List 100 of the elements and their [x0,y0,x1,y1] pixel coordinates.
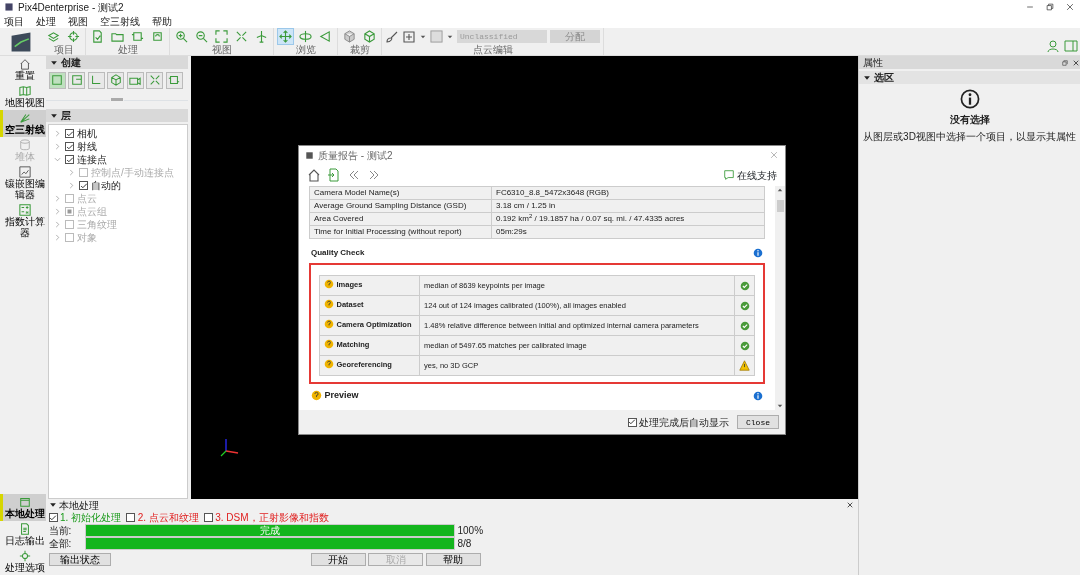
checkbox[interactable] [126,513,136,522]
sidebar-item[interactable]: 处理选项 [0,548,46,575]
home-icon[interactable] [307,168,321,182]
checkbox[interactable] [65,129,74,138]
close-icon[interactable] [1065,2,1075,12]
layer-label: 相机 [77,128,97,139]
progress-reading: 100% [457,524,485,538]
plus-box-icon[interactable] [402,29,416,44]
panel-icon[interactable] [1063,38,1078,53]
create-tool-button[interactable] [107,71,124,89]
expand-icon [215,30,228,43]
action-button[interactable]: 开始 [310,552,366,566]
chevron-down-icon[interactable] [53,155,62,164]
info-icon[interactable] [753,390,763,401]
scrollbar-thumb[interactable] [776,200,784,212]
checkbox[interactable] [65,155,74,164]
collapse-triangle-icon[interactable] [50,58,58,67]
help-icon[interactable] [324,299,334,310]
user-icon[interactable] [1047,38,1061,53]
app-icon [4,2,14,12]
brush-icon[interactable] [385,29,399,44]
sidebar-item[interactable]: 重置 [0,56,46,83]
checkbox[interactable] [203,513,213,522]
row-header: Camera Model Name(s) [309,186,492,200]
auto-show-checkbox[interactable]: 处理完成后自动显示 [627,414,729,430]
create-tool-button[interactable] [165,71,183,89]
toolbar-button[interactable] [297,28,314,45]
collapse-triangle-icon[interactable] [50,111,58,120]
home-icon [18,58,31,70]
create-tool-button[interactable] [87,71,105,89]
create-tool-button[interactable] [126,71,144,89]
toolbar-button[interactable] [361,28,378,45]
sidebar-item[interactable]: 指数计算器 [0,202,46,240]
color-swatch-icon[interactable] [430,30,443,43]
panel-title: 创建 [61,56,81,69]
help-icon[interactable] [311,390,322,402]
back-icon[interactable] [347,168,361,182]
sidebar-item[interactable]: 日志输出 [0,521,46,548]
checkbox[interactable] [48,513,58,522]
help-icon[interactable] [324,359,334,370]
export-icon[interactable] [327,168,341,182]
section-title: Quality Check [311,247,365,259]
frame-icon [168,74,180,86]
sidebar-item[interactable]: 地图视图 [0,83,46,110]
panel-title: 层 [61,109,71,122]
chevron-right-icon[interactable] [53,129,62,138]
triangle-icon [319,30,332,43]
layer-label: 点云 [77,193,97,204]
chevron-right-icon[interactable] [67,181,76,190]
section-title: Preview [324,389,359,402]
section-title: 选区 [874,71,894,84]
toolbar-group-label: 点云编辑 [472,45,513,55]
menu-item[interactable]: 处理 [36,13,56,29]
sidebar-item[interactable]: 空三射线 [0,110,46,137]
checkbox[interactable] [65,142,74,151]
help-icon[interactable] [324,279,334,290]
log-icon [18,523,31,535]
menu-item[interactable]: 帮助 [152,13,172,29]
create-tool-button[interactable] [68,71,85,89]
chevron-right-icon[interactable] [53,142,62,151]
sidebar-item[interactable]: 镶嵌图编辑器 [0,164,46,202]
close-icon[interactable] [1072,58,1080,67]
checkbox[interactable] [79,181,88,190]
properties-heading: 没有选择 [949,112,990,127]
close-icon[interactable] [846,501,854,509]
menu-item[interactable]: 视图 [68,13,88,29]
help-icon[interactable] [324,339,334,350]
cube-icon [363,30,376,43]
axes-icon [90,74,102,86]
toolbar-button[interactable] [173,28,190,45]
toolbar-button[interactable] [65,28,82,45]
toolbar-button[interactable] [213,28,230,45]
toolbar-button[interactable] [341,28,358,45]
window-title: Pix4Denterprise - 测试2 [18,0,124,15]
collapse-triangle-icon[interactable] [863,73,871,82]
layer-label: 连接点 [77,154,107,165]
toolbar-button[interactable] [277,28,294,45]
info-icon[interactable] [753,248,763,258]
menu-item[interactable]: 项目 [4,13,24,29]
table-cell: 3.18 cm / 1.25 in [491,199,765,213]
sidebar-item[interactable]: 本地处理 [0,494,46,521]
progress-label: 当前: [48,524,73,538]
restore-icon[interactable] [1045,2,1055,12]
scroll-down-icon[interactable] [776,402,784,410]
float-icon[interactable] [1061,58,1069,67]
layer-label: 自动的 [91,180,121,191]
camera-icon [129,74,141,86]
create-tool-button[interactable] [146,71,163,89]
close-button[interactable]: Close [737,415,779,429]
action-button[interactable]: 帮助 [425,552,481,566]
menu-item[interactable]: 空三射线 [100,13,140,29]
collapse-triangle-icon[interactable] [48,501,57,509]
row-header: Average Ground Sampling Distance (GSD) [309,199,492,213]
help-icon[interactable] [324,319,334,330]
toolbar-button[interactable] [193,28,210,45]
move-icon [279,30,292,43]
online-support-link[interactable]: 在线支持 [722,167,777,183]
output-status-button[interactable]: 输出状态 [48,552,111,566]
forward-icon[interactable] [367,168,381,182]
airplane-icon [255,30,268,43]
